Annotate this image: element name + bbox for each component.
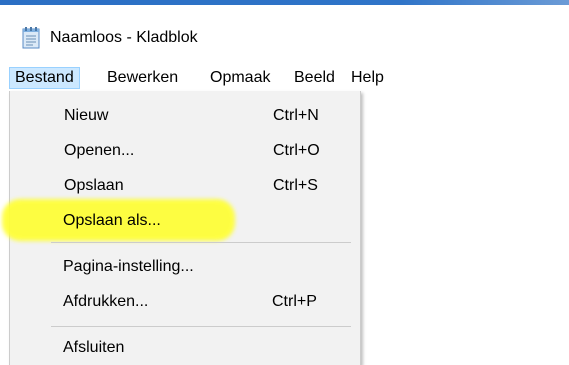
file-menu-dropdown-overlay: Opslaan als... Pagina-instelling... Afdr…	[9, 91, 361, 365]
menu-item-pagina-instelling[interactable]: Pagina-instelling...	[10, 250, 358, 284]
menu-separator	[51, 326, 351, 327]
title-bar[interactable]: Naamloos - Kladblok	[0, 5, 569, 65]
menu-bestand[interactable]: Bestand	[9, 67, 80, 89]
menu-beeld[interactable]: Beeld	[289, 67, 340, 89]
menu-item-afsluiten[interactable]: Afsluiten	[10, 331, 358, 365]
notepad-icon	[22, 27, 40, 49]
menu-item-label: Opslaan als...	[63, 212, 161, 229]
menu-bewerken[interactable]: Bewerken	[102, 67, 183, 89]
window-title: Naamloos - Kladblok	[50, 29, 198, 46]
menu-separator	[51, 242, 351, 243]
menu-bar: Bestand Bewerken Opmaak Beeld Help	[0, 65, 569, 91]
menu-item-afdrukken[interactable]: Afdrukken... Ctrl+P	[10, 285, 358, 319]
menu-opmaak[interactable]: Opmaak	[205, 67, 275, 89]
menu-item-label: Afdrukken...	[63, 293, 149, 310]
menu-item-label: Afsluiten	[63, 339, 125, 356]
menu-help[interactable]: Help	[346, 67, 389, 89]
menu-item-shortcut: Ctrl+P	[272, 293, 317, 310]
menu-item-opslaan-als[interactable]: Opslaan als...	[10, 204, 358, 238]
menu-item-label: Pagina-instelling...	[63, 258, 194, 275]
